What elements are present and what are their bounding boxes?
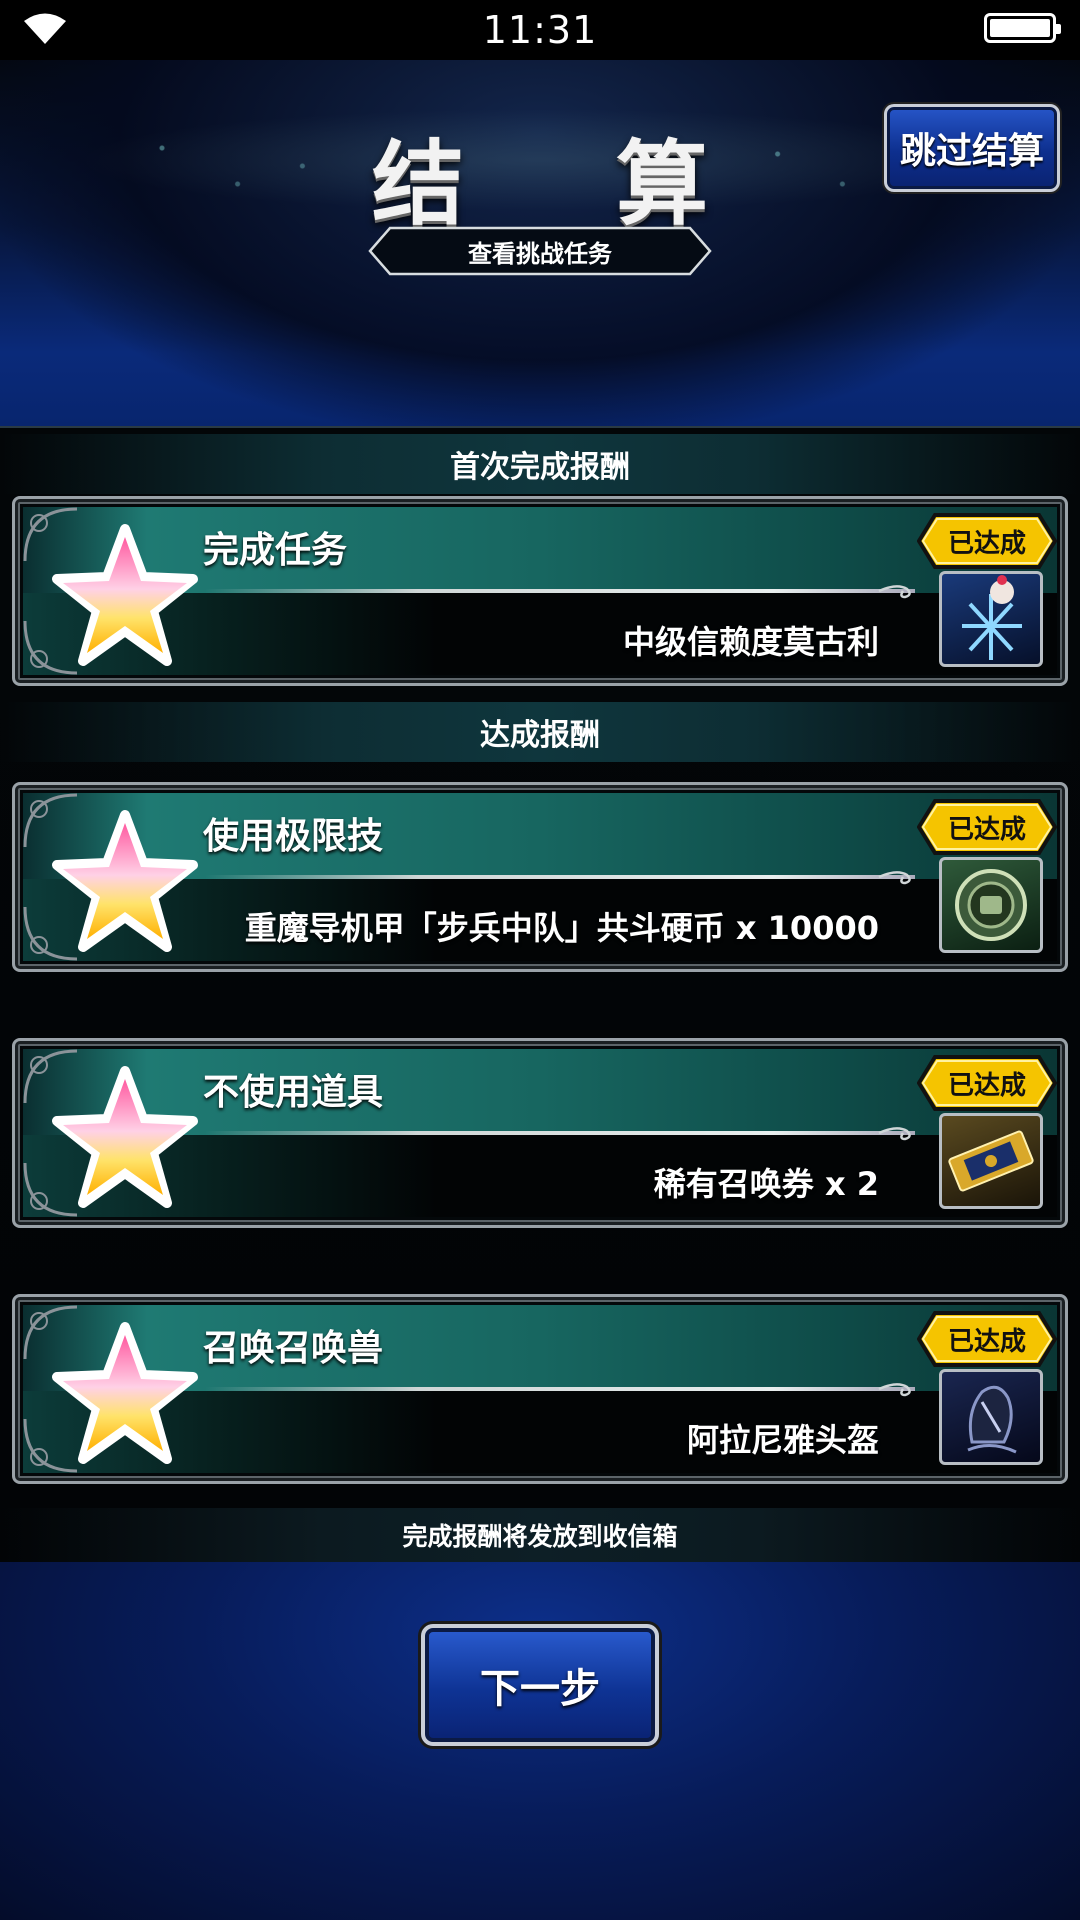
achieved-badge: 已达成 [917, 799, 1057, 855]
swirl-ornament-icon [878, 871, 911, 885]
reward-text: 中级信赖度莫古利 [622, 623, 879, 661]
header: 结 算 跳过结算 查看挑战任务 [0, 60, 1080, 426]
wifi-icon [24, 13, 66, 44]
mission-card: 不使用道具 稀有召唤券 x 2 已达成 [12, 1038, 1068, 1228]
achieved-label: 已达成 [947, 1326, 1026, 1357]
achieved-label: 已达成 [947, 814, 1026, 845]
swirl-ornament-icon [878, 1127, 911, 1141]
section-achievements: 达成报酬 [0, 702, 1080, 762]
mission-name: 完成任务 [203, 530, 348, 571]
mission-card: 完成任务 中级信赖度莫古利 已达成 [12, 496, 1068, 686]
achieved-label: 已达成 [947, 1070, 1026, 1101]
reward-text: 重魔导机甲「步兵中队」共斗硬币 x 10000 [244, 909, 879, 947]
star-rating-icon [52, 1322, 198, 1464]
mission-name: 使用极限技 [203, 816, 384, 857]
reward-text: 阿拉尼雅头盔 [686, 1421, 879, 1459]
medal-coin-icon[interactable] [939, 857, 1043, 953]
battery-icon [984, 13, 1061, 43]
view-missions-label: 查看挑战任务 [468, 239, 612, 268]
section-first-clear: 首次完成报酬 [0, 434, 1080, 494]
mission-card: 使用极限技 重魔导机甲「步兵中队」共斗硬币 x 10000 已达成 [12, 782, 1068, 972]
star-rating-icon [52, 810, 198, 952]
achieved-badge: 已达成 [917, 1311, 1057, 1367]
moogle-crystal-icon[interactable] [939, 571, 1043, 667]
achieved-badge: 已达成 [917, 1055, 1057, 1111]
skip-results-button[interactable]: 跳过结算 [884, 104, 1060, 192]
mission-card: 召唤召唤兽 阿拉尼雅头盔 已达成 [12, 1294, 1068, 1484]
next-button[interactable]: 下一步 [421, 1624, 659, 1746]
results-panel: 首次完成报酬 完成任务 中级信赖度莫古利 已达成 达成报酬 使用极限技 重魔导机… [0, 426, 1080, 1564]
star-rating-icon [52, 524, 198, 666]
achieved-label: 已达成 [947, 528, 1026, 559]
view-missions-button[interactable]: 查看挑战任务 [368, 226, 712, 276]
star-rating-icon [52, 1066, 198, 1208]
swirl-ornament-icon [878, 1383, 911, 1397]
reward-text: 稀有召唤券 x 2 [653, 1165, 879, 1203]
mission-name: 召唤召唤兽 [203, 1328, 384, 1369]
inbox-notice: 完成报酬将发放到收信箱 [0, 1508, 1080, 1562]
ticket-icon[interactable] [939, 1113, 1043, 1209]
mission-name: 不使用道具 [203, 1072, 384, 1113]
achieved-badge: 已达成 [917, 513, 1057, 569]
swirl-ornament-icon [878, 585, 911, 599]
status-time: 11:31 [482, 8, 598, 52]
helmet-icon[interactable] [939, 1369, 1043, 1465]
status-bar: 11:31 [0, 0, 1080, 60]
